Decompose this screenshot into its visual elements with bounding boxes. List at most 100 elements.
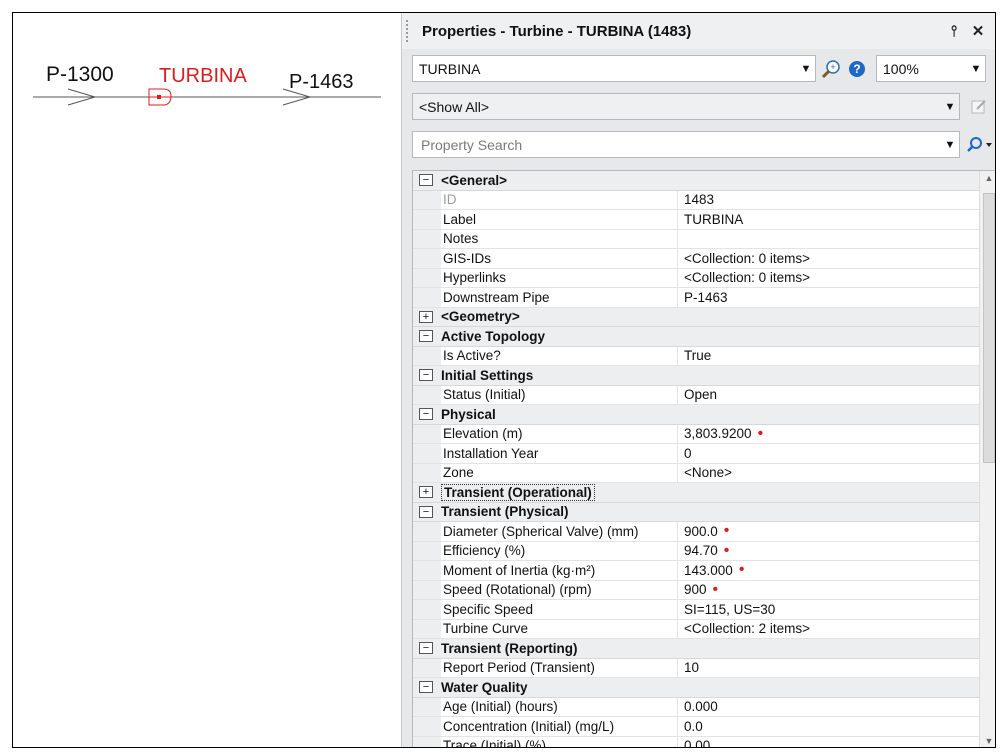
collapse-icon[interactable]: − [419, 681, 433, 694]
property-row[interactable]: Age (Initial) (hours) 0.000 [413, 697, 979, 717]
property-value-cell[interactable]: 0.0 [678, 719, 979, 734]
pin-icon[interactable]: ⫯ [942, 23, 966, 40]
row-gutter [413, 385, 441, 404]
svg-text:?: ? [853, 62, 860, 76]
collapse-icon[interactable]: − [419, 330, 433, 343]
property-row[interactable]: Diameter (Spherical Valve) (mm) 900.0 • [413, 522, 979, 542]
property-value: <Collection: 0 items> [684, 250, 811, 266]
property-category[interactable]: + <Geometry> [413, 307, 979, 327]
property-value-cell[interactable]: 900 • [678, 580, 979, 598]
property-category[interactable]: − Water Quality [413, 678, 979, 698]
property-value-cell[interactable]: TURBINA [678, 212, 979, 227]
drag-grip-icon[interactable] [406, 20, 416, 42]
property-value-cell[interactable]: 900.0 • [678, 523, 979, 539]
property-value-cell[interactable]: <Collection: 0 items> [678, 251, 979, 266]
property-row[interactable]: Zone <None> [413, 463, 979, 483]
property-value-cell[interactable]: True [678, 348, 979, 363]
property-grid[interactable]: − <General> ID 1483 Label TURBINA Notes GIS-IDs… [412, 170, 995, 747]
expand-icon[interactable]: + [419, 310, 433, 323]
modified-marker-icon: • [757, 424, 764, 442]
expand-icon[interactable]: + [419, 486, 433, 499]
property-category[interactable]: − Physical [413, 405, 979, 425]
property-value-cell[interactable]: <None> [678, 465, 979, 480]
property-value-cell[interactable]: <Collection: 2 items> [678, 621, 979, 636]
pipe-label-p1300[interactable]: P-1300 [46, 63, 114, 87]
scroll-up-icon[interactable]: ▲ [980, 173, 995, 183]
property-value-cell[interactable]: 0.000 [678, 699, 979, 714]
row-gutter [413, 600, 441, 619]
property-value: P-1463 [684, 289, 728, 305]
row-gutter [413, 346, 441, 365]
property-row[interactable]: Concentration (Initial) (mg/L) 0.0 [413, 717, 979, 737]
panel-titlebar[interactable]: Properties - Turbine - TURBINA (1483) ⫯ … [402, 13, 995, 49]
property-row[interactable]: Report Period (Transient) 10 [413, 658, 979, 678]
filter-select[interactable]: <Show All> ▼ [412, 93, 960, 120]
modified-marker-icon: • [712, 580, 719, 598]
property-row[interactable]: Turbine Curve <Collection: 2 items> [413, 619, 979, 639]
search-icon[interactable] [962, 132, 995, 158]
property-value: 3,803.9200 [684, 426, 752, 442]
property-row[interactable]: Label TURBINA [413, 210, 979, 230]
property-row[interactable]: Downstream Pipe P-1463 [413, 288, 979, 308]
property-row[interactable]: Hyperlinks <Collection: 0 items> [413, 268, 979, 288]
property-category[interactable]: − <General> [413, 171, 979, 191]
property-category[interactable]: − Transient (Physical) [413, 502, 979, 522]
svg-text:+: + [830, 62, 835, 72]
row-gutter [413, 697, 441, 716]
collapse-icon[interactable]: − [419, 408, 433, 421]
property-value-cell[interactable]: P-1463 [678, 290, 979, 305]
property-search-field[interactable]: ▼ [412, 131, 960, 158]
property-row[interactable]: Efficiency (%) 94.70 • [413, 541, 979, 561]
property-value-cell[interactable]: 10 [678, 660, 979, 675]
property-category[interactable]: − Initial Settings [413, 366, 979, 386]
property-name: Report Period (Transient) [441, 658, 678, 677]
property-row[interactable]: Status (Initial) Open [413, 385, 979, 405]
chevron-down-icon[interactable]: ▼ [941, 101, 959, 113]
scroll-down-icon[interactable]: ▼ [980, 736, 995, 746]
property-row[interactable]: ID 1483 [413, 190, 979, 210]
close-icon[interactable]: ✕ [966, 22, 990, 40]
element-select[interactable]: TURBINA ▼ [412, 55, 816, 82]
property-row[interactable]: GIS-IDs <Collection: 0 items> [413, 249, 979, 269]
pipe-label-p1463[interactable]: P-1463 [289, 71, 354, 94]
scrollbar-thumb[interactable] [983, 193, 995, 463]
collapse-icon[interactable]: − [419, 174, 433, 187]
zoom-to-icon[interactable]: + [818, 56, 844, 82]
property-value-cell[interactable]: 94.70 • [678, 542, 979, 558]
property-row[interactable]: Moment of Inertia (kg·m²) 143.000 • [413, 561, 979, 581]
property-value-cell[interactable]: Open [678, 387, 979, 402]
chevron-down-icon[interactable]: ▼ [797, 63, 815, 75]
property-row[interactable]: Notes [413, 229, 979, 249]
property-value: 10 [684, 660, 700, 676]
vertical-scrollbar[interactable]: ▲ ▼ [979, 171, 995, 747]
property-value-cell[interactable]: 0.00 [678, 738, 979, 747]
property-value-cell[interactable]: 143.000 • [678, 562, 979, 578]
property-row[interactable]: Elevation (m) 3,803.9200 • [413, 424, 979, 444]
property-value-cell[interactable]: <Collection: 0 items> [678, 270, 979, 285]
property-category[interactable]: − Transient (Reporting) [413, 639, 979, 659]
property-value-cell[interactable]: SI=115, US=30 [678, 602, 979, 617]
turbine-symbol[interactable] [148, 88, 172, 106]
property-row[interactable]: Installation Year 0 [413, 444, 979, 464]
property-value-cell[interactable]: 0 [678, 446, 979, 461]
collapse-icon[interactable]: − [419, 369, 433, 382]
chevron-down-icon[interactable]: ▼ [941, 139, 959, 151]
property-search-input[interactable] [419, 135, 941, 154]
property-category[interactable]: + Transient (Operational) [413, 483, 979, 503]
property-row[interactable]: Is Active? True [413, 346, 979, 366]
property-value-cell[interactable]: 1483 [678, 192, 979, 207]
edit-filter-icon[interactable] [966, 94, 992, 120]
collapse-icon[interactable]: − [419, 642, 433, 655]
help-icon[interactable]: ? [844, 56, 870, 82]
property-row[interactable]: Trace (Initial) (%) 0.00 [413, 736, 979, 747]
zoom-select[interactable]: 100% ▼ [876, 55, 986, 82]
row-gutter [413, 229, 441, 248]
turbine-label[interactable]: TURBINA [159, 65, 247, 88]
chevron-down-icon[interactable]: ▼ [967, 63, 985, 75]
collapse-icon[interactable]: − [419, 505, 433, 518]
property-row[interactable]: Speed (Rotational) (rpm) 900 • [413, 580, 979, 600]
property-category[interactable]: − Active Topology [413, 327, 979, 347]
property-row[interactable]: Specific Speed SI=115, US=30 [413, 600, 979, 620]
property-value-cell[interactable]: 3,803.9200 • [678, 424, 979, 442]
drawing-canvas[interactable]: P-1300 TURBINA P-1463 [13, 13, 401, 747]
